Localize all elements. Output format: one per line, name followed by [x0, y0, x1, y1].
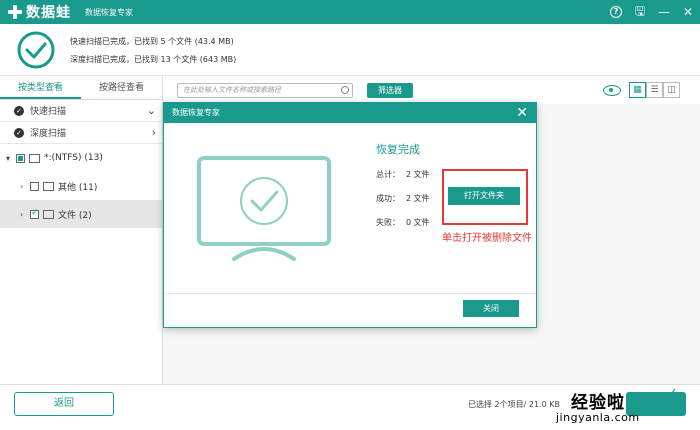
drive-checkbox[interactable]	[16, 153, 25, 163]
deep-scan-label: 深度扫描	[30, 129, 67, 139]
plus-logo-icon	[8, 5, 22, 19]
filter-button[interactable]: 筛选器	[367, 83, 413, 98]
dialog-title-bar: 数据恢复专家 ✕	[164, 103, 536, 123]
minimize-icon: —	[658, 5, 670, 19]
drive-icon	[29, 153, 40, 163]
chevron-right-icon: ›	[151, 126, 156, 139]
close-icon: ✕	[682, 5, 694, 19]
check-icon: ✓	[14, 127, 24, 138]
sidebar: 按类型查看 按路径查看 ✓ 快速扫描 ⌄ ✓ 深度扫描 › ▾ *:(NTFS)…	[0, 76, 163, 384]
save-button[interactable]: 🖫	[628, 0, 652, 24]
help-icon: ?	[610, 6, 622, 18]
detail-view-icon[interactable]: ◫	[663, 82, 680, 98]
selection-status: 已选择 2个项目/ 21.0 KB	[468, 400, 560, 409]
tree-folder-files[interactable]: › 文件 (2)	[0, 200, 162, 228]
dialog-divider	[164, 293, 536, 294]
expanded-icon: ▾	[6, 153, 11, 163]
grid-view-icon[interactable]: ▦	[629, 82, 646, 98]
minimize-button[interactable]: —	[652, 0, 676, 24]
monitor-check-icon	[197, 156, 331, 261]
deep-scan-item[interactable]: ✓ 深度扫描 ›	[0, 122, 162, 144]
recovery-complete-dialog: 数据恢复专家 ✕ 恢复完成 总计： 2 文件 成功： 2 文件 失败： 0 文件…	[163, 102, 537, 328]
tree-drive[interactable]: ▾ *:(NTFS) (13)	[0, 144, 162, 172]
dialog-close-icon[interactable]: ✕	[516, 103, 528, 123]
check-icon: ✓	[14, 105, 24, 116]
back-button[interactable]: 返回	[14, 392, 114, 416]
sidebar-tabs: 按类型查看 按路径查看	[0, 76, 162, 100]
recovery-complete-heading: 恢复完成	[376, 143, 420, 156]
collapsed-icon: ›	[20, 209, 24, 219]
title-bar: 数据蛙 数据恢复专家 ? 🖫 — ✕	[0, 0, 700, 24]
watermark-logo: 经验啦	[571, 393, 625, 413]
fail-label: 失败：	[376, 218, 400, 227]
app-subtitle: 数据恢复专家	[85, 7, 133, 17]
success-label: 成功：	[376, 194, 400, 203]
search-icon[interactable]	[341, 86, 349, 94]
collapsed-icon: ›	[20, 181, 24, 191]
save-icon: 🖫	[634, 3, 646, 18]
drive-label: *:(NTFS) (13)	[44, 153, 103, 163]
tab-by-path[interactable]: 按路径查看	[81, 76, 162, 99]
view-mode-group: ▦ ☰ ◫	[629, 82, 680, 98]
bottom-bar: 返回 已选择 2个项目/ 21.0 KB 经验啦 ✓ jingyanla.com	[0, 384, 700, 430]
quick-scan-label: 快速扫描	[30, 107, 67, 117]
scan-summary: 快速扫描已完成，已找到 5 个文件 (43.4 MB) 深度扫描已完成，已找到 …	[0, 24, 700, 76]
folder-label: 文件 (2)	[58, 210, 92, 221]
toolbar: 在此处输入文件名称或搜索路径 筛选器 ▦ ☰ ◫	[163, 76, 700, 104]
tree-folder-other[interactable]: › 其他 (11)	[0, 172, 162, 200]
folder-checkbox[interactable]	[30, 208, 39, 219]
dialog-close-button[interactable]: 关闭	[463, 300, 519, 317]
chevron-down-icon: ⌄	[146, 104, 156, 117]
folder-checkbox[interactable]	[30, 181, 39, 191]
success-value: 2 文件	[406, 194, 430, 203]
preview-eye-icon[interactable]	[603, 85, 621, 96]
dialog-title: 数据恢复专家	[172, 108, 220, 117]
tab-by-type[interactable]: 按类型查看	[0, 76, 81, 99]
search-input[interactable]: 在此处输入文件名称或搜索路径	[177, 83, 353, 98]
app-logo: 数据蛙	[8, 2, 71, 22]
deep-scan-result: 深度扫描已完成，已找到 13 个文件 (643 MB)	[70, 55, 237, 64]
help-button[interactable]: ?	[604, 0, 628, 24]
fail-value: 0 文件	[406, 218, 430, 227]
watermark-url: jingyanla.com	[556, 411, 640, 424]
watermark-check-icon: ✓	[667, 386, 678, 401]
folder-icon	[43, 209, 54, 219]
folder-label: 其他 (11)	[58, 182, 98, 193]
window-controls: ? 🖫 — ✕	[604, 0, 700, 24]
close-window-button[interactable]: ✕	[676, 0, 700, 24]
open-folder-button[interactable]: 打开文件夹	[448, 187, 520, 205]
total-label: 总计：	[376, 170, 400, 179]
total-value: 2 文件	[406, 170, 430, 179]
logo-text: 数据蛙	[26, 5, 71, 21]
annotation-text: 单击打开被删除文件	[442, 233, 532, 244]
quick-scan-item[interactable]: ✓ 快速扫描 ⌄	[0, 100, 162, 122]
folder-icon	[43, 181, 54, 191]
quick-scan-result: 快速扫描已完成，已找到 5 个文件 (43.4 MB)	[70, 37, 234, 46]
list-view-icon[interactable]: ☰	[646, 82, 663, 98]
check-circle-icon	[17, 31, 55, 69]
search-placeholder: 在此处输入文件名称或搜索路径	[183, 86, 281, 94]
